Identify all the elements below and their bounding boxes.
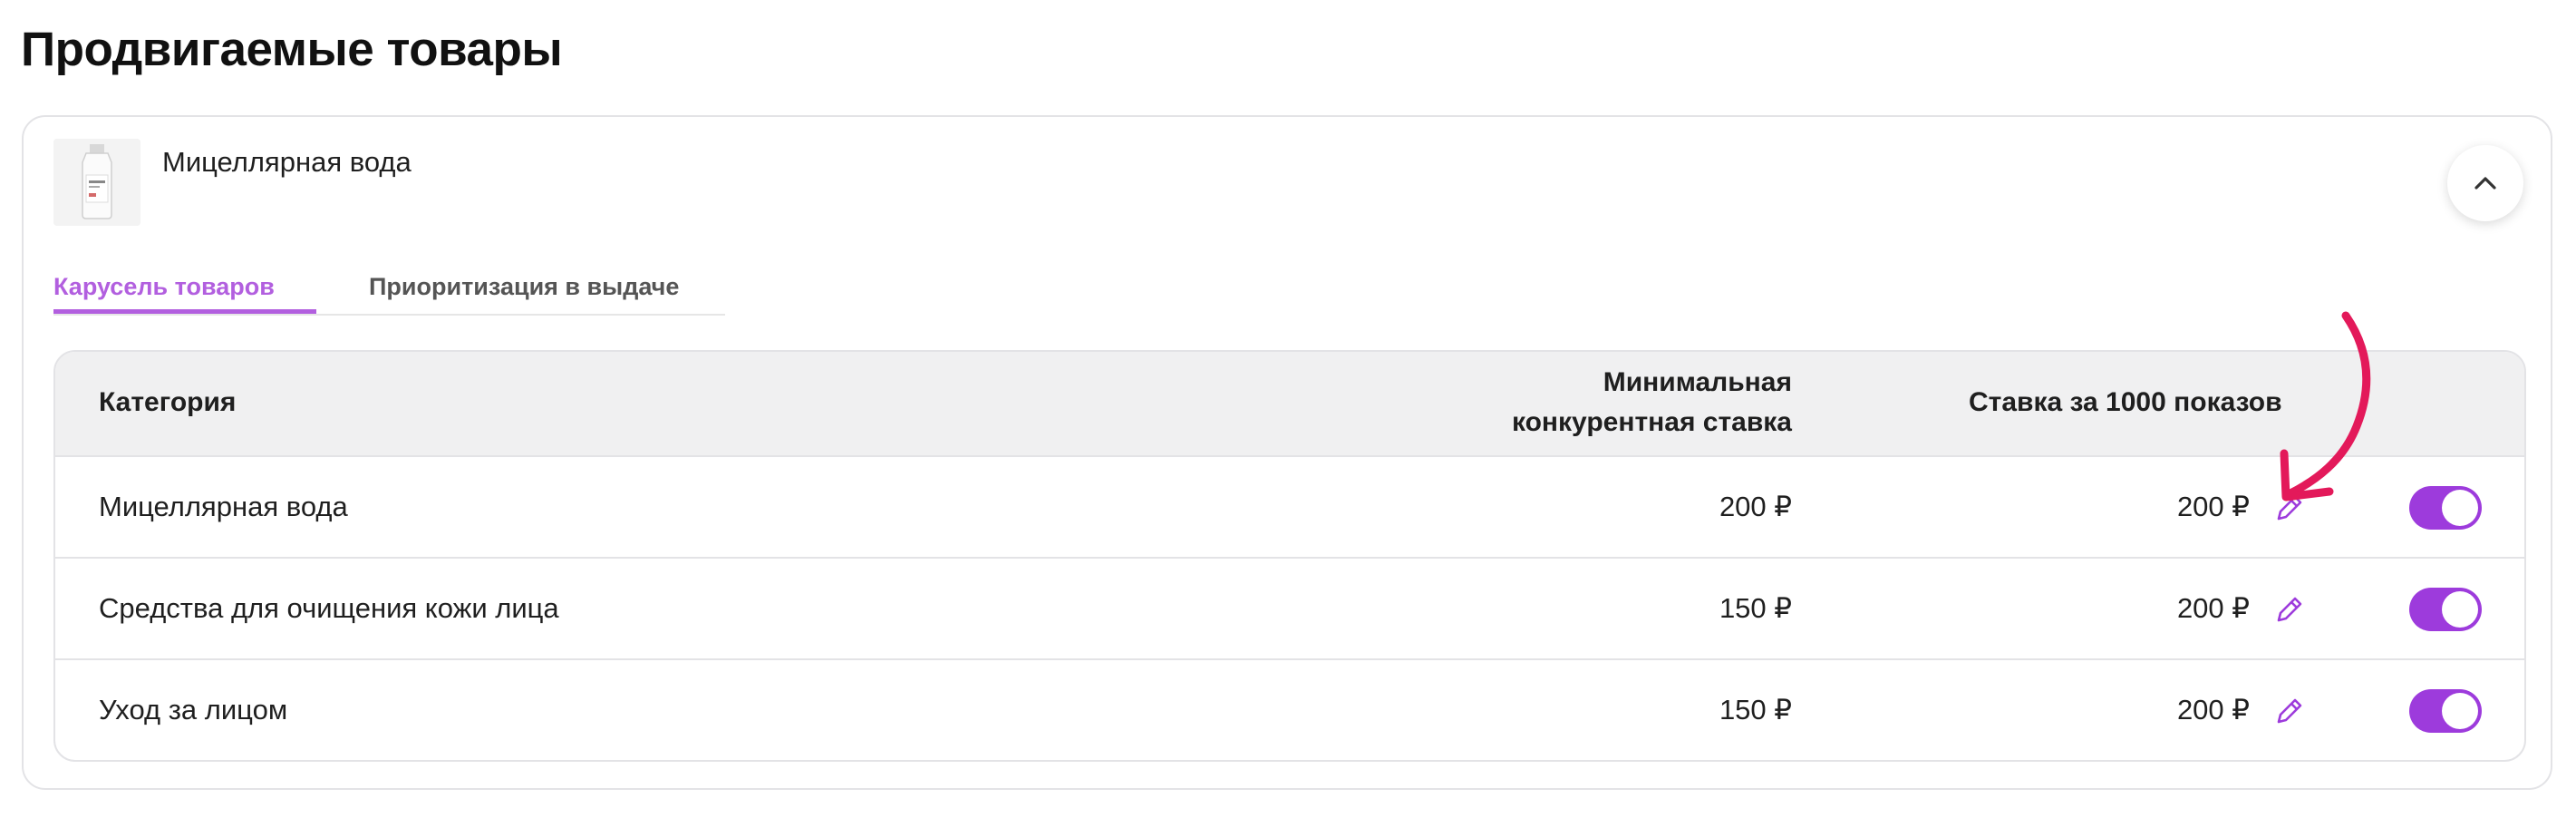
column-header-min-bid-line1: Минимальная bbox=[1603, 367, 1792, 397]
pencil-icon[interactable] bbox=[2271, 490, 2308, 526]
column-header-category: Категория bbox=[99, 387, 237, 417]
tab-search-prioritization[interactable]: Приоритизация в выдаче bbox=[369, 259, 679, 314]
product-name: Мицеллярная вода bbox=[162, 146, 412, 178]
column-header-bid: Ставка за 1000 показов bbox=[1969, 387, 2282, 417]
product-card: Мицеллярная вода Карусель товаров Приори… bbox=[22, 115, 2552, 790]
column-header-min-bid-line2: конкурентная ставка bbox=[1511, 407, 1792, 437]
table-row: Уход за лицом 150 ₽ 200 ₽ bbox=[55, 660, 2524, 760]
table-header: Категория Минимальная конкурентная ставк… bbox=[55, 352, 2524, 457]
row-bid: 200 ₽ bbox=[2176, 491, 2250, 522]
row-category: Мицеллярная вода bbox=[99, 491, 348, 522]
row-category: Уход за лицом bbox=[99, 694, 288, 725]
row-bid: 200 ₽ bbox=[2176, 592, 2250, 624]
product-bottle-image bbox=[53, 139, 140, 226]
row-enabled-toggle[interactable] bbox=[2409, 486, 2482, 530]
pencil-icon[interactable] bbox=[2271, 693, 2308, 729]
collapse-button[interactable] bbox=[2447, 145, 2523, 221]
table-row: Мицеллярная вода 200 ₽ 200 ₽ bbox=[55, 457, 2524, 559]
page-title: Продвигаемые товары bbox=[21, 23, 563, 76]
pencil-icon[interactable] bbox=[2271, 591, 2308, 628]
tab-product-carousel[interactable]: Карусель товаров bbox=[53, 259, 316, 314]
toggle-knob bbox=[2442, 591, 2478, 628]
column-header-min-bid: Минимальная конкурентная ставка bbox=[1339, 363, 1792, 443]
row-enabled-toggle[interactable] bbox=[2409, 588, 2482, 631]
table-row: Средства для очищения кожи лица 150 ₽ 20… bbox=[55, 559, 2524, 660]
tab-bar: Карусель товаров Приоритизация в выдаче bbox=[53, 259, 725, 316]
chevron-up-icon bbox=[2474, 177, 2496, 190]
toggle-knob bbox=[2442, 693, 2478, 729]
row-min-bid: 150 ₽ bbox=[1719, 694, 1792, 725]
categories-table: Категория Минимальная конкурентная ставк… bbox=[53, 350, 2526, 762]
row-category: Средства для очищения кожи лица bbox=[99, 592, 559, 624]
product-thumbnail bbox=[53, 139, 140, 226]
row-enabled-toggle[interactable] bbox=[2409, 689, 2482, 733]
toggle-knob bbox=[2442, 490, 2478, 526]
row-bid: 200 ₽ bbox=[2176, 694, 2250, 725]
row-min-bid: 200 ₽ bbox=[1719, 491, 1792, 522]
row-min-bid: 150 ₽ bbox=[1719, 592, 1792, 624]
